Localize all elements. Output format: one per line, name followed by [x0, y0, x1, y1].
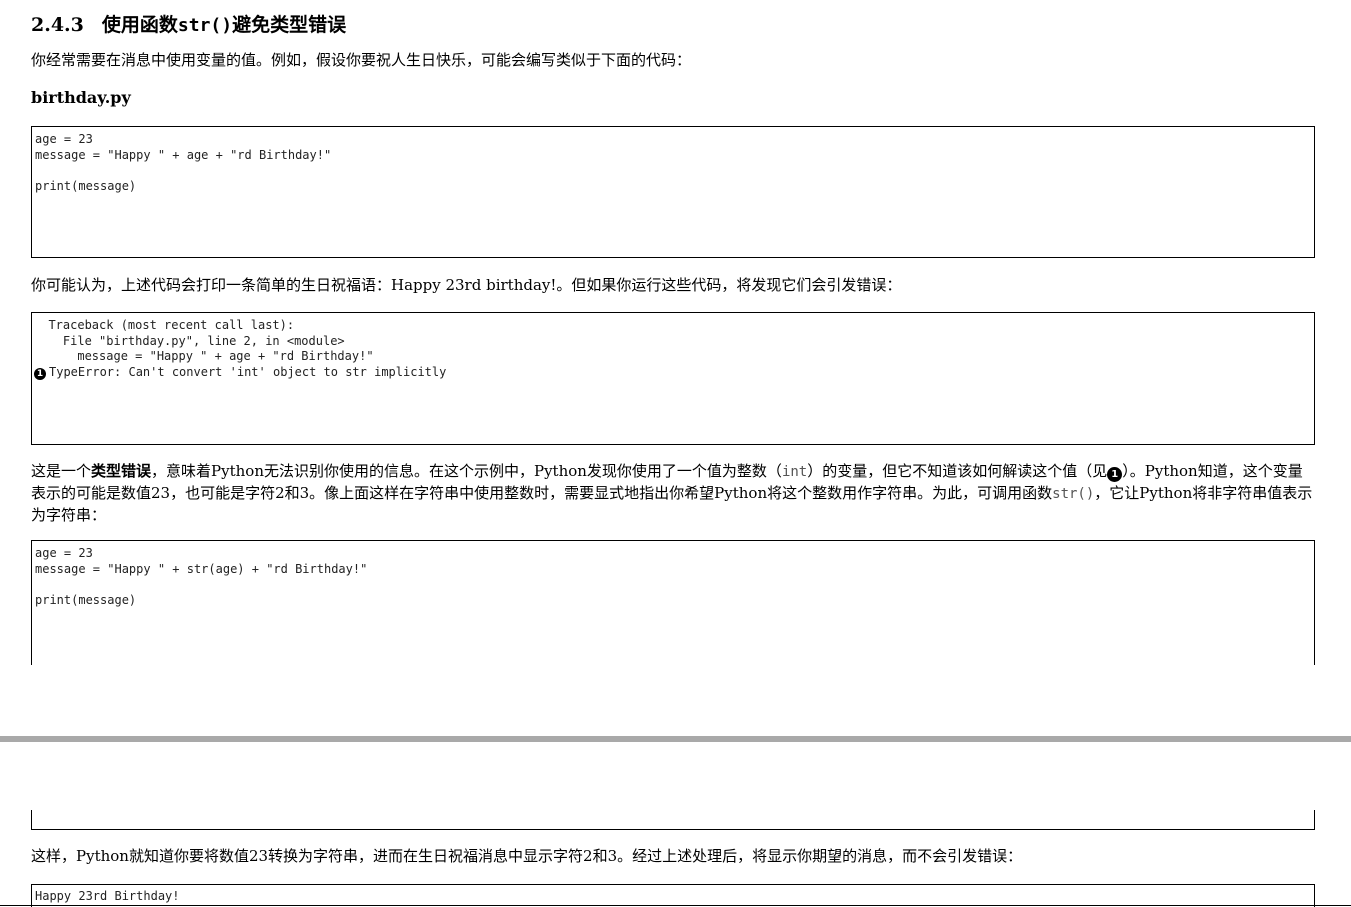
bottom-rule — [0, 905, 1351, 906]
inline-code-str: str() — [1052, 486, 1095, 502]
output-line: Happy 23rd Birthday! — [35, 889, 180, 903]
traceback-line: File "birthday.py", line 2, in <module> — [34, 333, 345, 348]
code-line: message = "Happy " + age + "rd Birthday!… — [35, 147, 332, 162]
traceback-error-line: 1 TypeError: Can't convert 'int' object t… — [34, 365, 1311, 381]
traceback-line: Traceback (most recent call last): — [34, 318, 295, 332]
bold-term: 类型错误 — [91, 462, 152, 480]
code-line: age = 23 — [35, 132, 93, 146]
section-number: 2.4.3 — [31, 14, 84, 36]
conversion-paragraph: 这样，Python就知道你要将数值23转换为字符串，进而在生日祝福消息中显示字符… — [31, 847, 1023, 865]
text-span: ）的变量，但它不知道该如何解读这个值（见 — [807, 462, 1108, 480]
traceback-line: message = "Happy " + age + "rd Birthday!… — [34, 349, 374, 363]
traceback-error-text: TypeError: Can't convert 'int' object to… — [49, 364, 447, 379]
section-title-text-before: 使用函数 — [101, 14, 178, 36]
text-span: ，意味着Python无法识别你使用的信息。在这个示例中，Python发现你使用了… — [151, 462, 782, 480]
type-error-explanation: 这是一个类型错误，意味着Python无法识别你使用的信息。在这个示例中，Pyth… — [31, 461, 1317, 526]
code-line: age = 23 — [35, 546, 93, 560]
intro-paragraph: 你经常需要在消息中使用变量的值。例如，假设你要祝人生日快乐，可能会编写类似于下面… — [31, 51, 692, 69]
error-intro-paragraph: 你可能认为，上述代码会打印一条简单的生日祝福语：Happy 23rd birth… — [31, 276, 902, 294]
page-break-divider — [0, 736, 1351, 742]
text-span: 这是一个 — [31, 462, 92, 480]
code-block-fixed: age = 23 message = "Happy " + str(age) +… — [31, 540, 1315, 665]
callout-marker-icon: 1 — [1107, 467, 1123, 482]
section-heading: 2.4.3 使用函数str()避免类型错误 — [31, 10, 346, 37]
code-block-fixed-continued — [31, 810, 1315, 830]
code-block-birthday: age = 23 message = "Happy " + age + "rd … — [31, 126, 1315, 258]
output-block: Happy 23rd Birthday! — [31, 884, 1315, 907]
section-title-code: str() — [177, 15, 233, 36]
document-page: 2.4.3 使用函数str()避免类型错误 你经常需要在消息中使用变量的值。例如，… — [0, 0, 1351, 907]
section-title-text-after: 避免类型错误 — [232, 14, 347, 36]
code-line: message = "Happy " + str(age) + "rd Birt… — [35, 561, 368, 576]
callout-marker-icon: 1 — [34, 367, 46, 380]
traceback-block: Traceback (most recent call last): File … — [31, 312, 1315, 445]
code-line: print(message) — [35, 178, 137, 193]
code-filename: birthday.py — [31, 88, 131, 107]
inline-code-int: int — [781, 464, 808, 480]
code-line: print(message) — [35, 592, 137, 607]
